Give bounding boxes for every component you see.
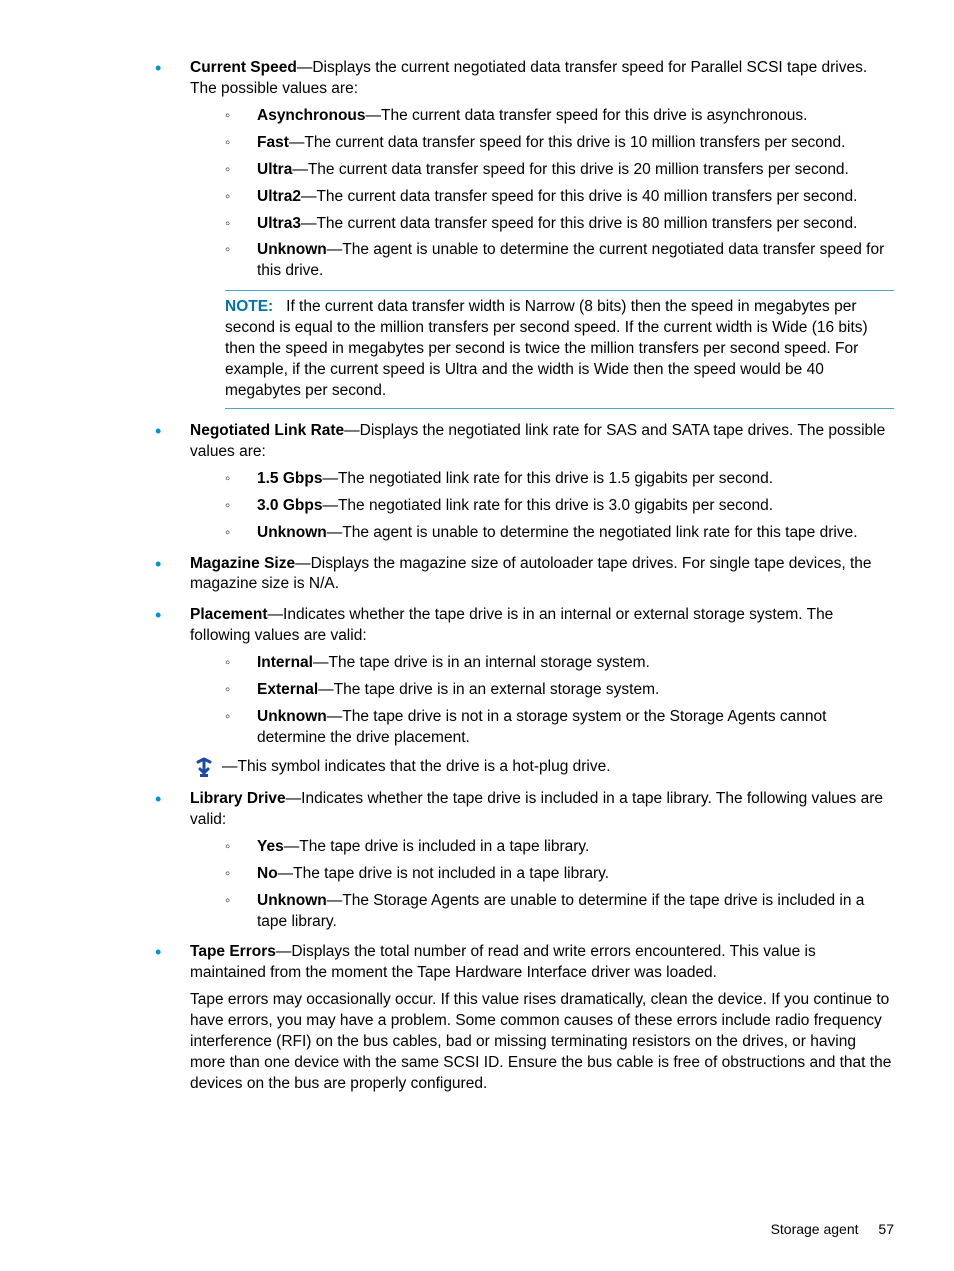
sub-item: Ultra—The current data transfer speed fo… — [225, 160, 894, 181]
sub-item: 3.0 Gbps—The negotiated link rate for th… — [225, 496, 894, 517]
sub-item: Yes—The tape drive is included in a tape… — [225, 837, 894, 858]
sub-item: Unknown—The Storage Agents are unable to… — [225, 891, 894, 933]
desc: —Indicates whether the tape drive is inc… — [190, 790, 883, 828]
item-tape-errors: Tape Errors—Displays the total number of… — [155, 942, 894, 1094]
tape-errors-paragraph: Tape errors may occasionally occur. If t… — [190, 990, 894, 1095]
item-current-speed: Current Speed—Displays the current negot… — [155, 58, 894, 409]
page-footer: Storage agent 57 — [771, 1220, 894, 1239]
term: Tape Errors — [190, 943, 276, 960]
hotplug-row: —This symbol indicates that the drive is… — [190, 757, 894, 779]
note-box: NOTE: If the current data transfer width… — [225, 290, 894, 409]
sub-item: Unknown—The tape drive is not in a stora… — [225, 707, 894, 749]
hotplug-icon — [190, 757, 218, 779]
note-text: If the current data transfer width is Na… — [225, 298, 868, 399]
sub-item: Asynchronous—The current data transfer s… — [225, 106, 894, 127]
sub-item: Ultra3—The current data transfer speed f… — [225, 214, 894, 235]
footer-page-number: 57 — [878, 1221, 894, 1237]
sub-item: Ultra2—The current data transfer speed f… — [225, 187, 894, 208]
sub-item: 1.5 Gbps—The negotiated link rate for th… — [225, 469, 894, 490]
sub-item: Unknown—The agent is unable to determine… — [225, 523, 894, 544]
sub-list: Yes—The tape drive is included in a tape… — [225, 837, 894, 933]
sub-item: Fast—The current data transfer speed for… — [225, 133, 894, 154]
sub-list: 1.5 Gbps—The negotiated link rate for th… — [225, 469, 894, 544]
item-library-drive: Library Drive—Indicates whether the tape… — [155, 789, 894, 933]
desc: —Displays the total number of read and w… — [190, 943, 816, 981]
sub-list: Internal—The tape drive is in an interna… — [225, 653, 894, 749]
term: Library Drive — [190, 790, 286, 807]
sub-item: Unknown—The agent is unable to determine… — [225, 240, 894, 282]
desc: —Indicates whether the tape drive is in … — [190, 606, 833, 644]
term: Negotiated Link Rate — [190, 422, 344, 439]
definition-list: Current Speed—Displays the current negot… — [60, 58, 894, 1095]
term: Current Speed — [190, 59, 297, 76]
item-magazine-size: Magazine Size—Displays the magazine size… — [155, 554, 894, 596]
note-label: NOTE: — [225, 298, 273, 315]
sub-item: No—The tape drive is not included in a t… — [225, 864, 894, 885]
item-placement: Placement—Indicates whether the tape dri… — [155, 605, 894, 779]
sub-item: Internal—The tape drive is in an interna… — [225, 653, 894, 674]
sub-item: External—The tape drive is in an externa… — [225, 680, 894, 701]
footer-section: Storage agent — [771, 1221, 859, 1237]
sub-list: Asynchronous—The current data transfer s… — [225, 106, 894, 282]
term: Placement — [190, 606, 268, 623]
term: Magazine Size — [190, 555, 295, 572]
item-negotiated-link-rate: Negotiated Link Rate—Displays the negoti… — [155, 421, 894, 544]
hotplug-text: —This symbol indicates that the drive is… — [222, 757, 611, 778]
